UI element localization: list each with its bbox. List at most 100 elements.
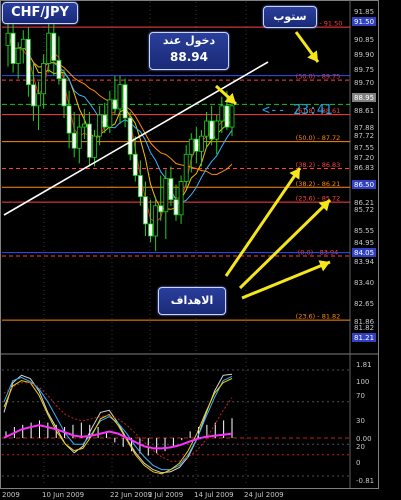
- date-axis-tick: 14 Jul 2009: [194, 491, 234, 499]
- fib-label: (23.6) - 81.82: [296, 313, 341, 321]
- candle-body: [25, 38, 31, 86]
- candle-body: [10, 32, 16, 64]
- price-axis-tick: 87.20: [354, 154, 374, 162]
- price-axis-tick: 88.95: [354, 94, 374, 102]
- price-axis-tick: 83.40: [354, 279, 374, 287]
- candle-body: [137, 175, 143, 198]
- symbol-label: CHF/JPY: [2, 2, 78, 24]
- candle-body: [20, 38, 26, 49]
- candle-body: [112, 99, 118, 110]
- price-axis-tick: 81.21: [354, 334, 374, 342]
- candle-body: [66, 105, 72, 134]
- price-axis-tick: 81.82: [354, 324, 374, 332]
- candle-body: [51, 32, 57, 61]
- candle-body: [102, 114, 108, 128]
- entry-price: 88.94: [170, 50, 208, 64]
- fib-label: (38.2) - 86.83: [296, 161, 341, 169]
- osc-axis-tick: 0.00: [356, 435, 372, 443]
- candle-body: [107, 99, 113, 128]
- price-chart: (100.0) - 91.50(50.0) - 89.75(61.8) - 88…: [0, 0, 379, 499]
- price-axis-tick: 87.88: [354, 124, 374, 132]
- price-axis-tick: 86.50: [354, 181, 374, 189]
- price-axis-tick: 86.83: [354, 164, 374, 172]
- candle-body: [97, 114, 103, 137]
- candle-body: [92, 135, 97, 158]
- candle-body: [87, 123, 92, 158]
- price-axis-tick: 84.05: [354, 249, 374, 257]
- date-axis-tick: 10 Jun 2009: [42, 491, 84, 499]
- osc-axis-tick: 70: [356, 392, 365, 400]
- price-axis-tick: 90.85: [354, 36, 374, 44]
- candle-body: [61, 78, 67, 107]
- bar-countdown: <-- 23:41: [262, 103, 333, 118]
- candle-body: [183, 153, 189, 182]
- price-axis-tick: 87.55: [354, 144, 374, 152]
- candle-body: [71, 132, 77, 149]
- osc-axis-tick: -0.81: [356, 477, 374, 485]
- price-axis-tick: 85.55: [354, 227, 374, 235]
- candle-body: [199, 135, 204, 152]
- candle-body: [127, 117, 133, 155]
- targets-callout: الاهداف: [158, 287, 226, 315]
- price-axis-tick: 82.65: [354, 300, 374, 308]
- annotation-arrow: [224, 167, 302, 277]
- candle-body: [204, 120, 209, 137]
- price-axis-tick: 91.50: [354, 18, 374, 26]
- candle-body: [81, 123, 87, 128]
- price-axis-tick: 83.94: [354, 258, 375, 266]
- price-axis-tick: 89.70: [354, 79, 374, 87]
- candle-body: [143, 196, 148, 225]
- annotation-arrow: [241, 260, 331, 300]
- entry-callout: دخول عند 88.94: [149, 32, 229, 70]
- osc-axis-tick: 100: [356, 378, 369, 386]
- candle-body: [15, 47, 21, 64]
- stop-callout: ستوب: [263, 6, 317, 28]
- candle-body: [188, 138, 194, 155]
- fib-label: (50.0) - 89.75: [296, 73, 341, 81]
- entry-label: دخول عند: [162, 34, 216, 47]
- candle-body: [5, 32, 11, 46]
- candle-body: [132, 153, 138, 176]
- candle-body: [173, 199, 179, 216]
- fib-label: (50.0) - 87.72: [296, 134, 341, 142]
- price-axis-tick: 91.85: [354, 8, 374, 16]
- candle-body: [36, 93, 41, 107]
- candle-body: [224, 105, 230, 128]
- osc-axis-tick: 20: [356, 443, 365, 451]
- osc-axis-tick: 1.81: [356, 361, 372, 369]
- price-axis-tick: 88.61: [354, 107, 374, 115]
- osc-axis-tick: 0: [356, 459, 360, 467]
- candle-body: [163, 178, 169, 213]
- chart-window: (100.0) - 91.50 (50.0) - 89.75 (61.8) - 88…: [0, 0, 401, 500]
- candle-body: [193, 138, 199, 152]
- candle-body: [41, 63, 47, 95]
- candle-body: [46, 32, 52, 64]
- candle-body: [76, 126, 82, 149]
- candle-body: [168, 178, 174, 201]
- candle-body: [31, 84, 36, 107]
- date-axis-tick: 22 Jun 2009: [110, 491, 152, 499]
- price-axis-tick: 84.95: [354, 239, 374, 247]
- candle-body: [122, 84, 128, 119]
- candle-body: [178, 181, 184, 216]
- fib-label: (23.6) - 85.72: [296, 195, 341, 203]
- candle-body: [229, 105, 235, 128]
- osc-axis-tick: 30: [356, 417, 365, 425]
- arrow-head: [307, 50, 318, 62]
- candle-body: [158, 205, 164, 213]
- price-axis-tick: 89.90: [354, 51, 374, 59]
- candle-body: [214, 120, 220, 140]
- candle-body: [117, 84, 123, 110]
- date-axis-tick: 24 Jul 2009: [244, 491, 284, 499]
- annotation-arrow: [238, 198, 332, 290]
- price-axis-tick: 87.72: [354, 132, 374, 140]
- candle-body: [219, 105, 225, 122]
- date-axis-tick: 2 Jul 2009: [148, 491, 183, 499]
- candle-body: [56, 60, 62, 80]
- candle-body: [153, 205, 159, 237]
- price-axis-tick: 85.72: [354, 206, 374, 214]
- fib-label: (38.2) - 86.21: [296, 180, 341, 188]
- candle-body: [209, 120, 215, 140]
- candle-body: [148, 223, 153, 237]
- date-axis-tick: 2009: [2, 491, 20, 499]
